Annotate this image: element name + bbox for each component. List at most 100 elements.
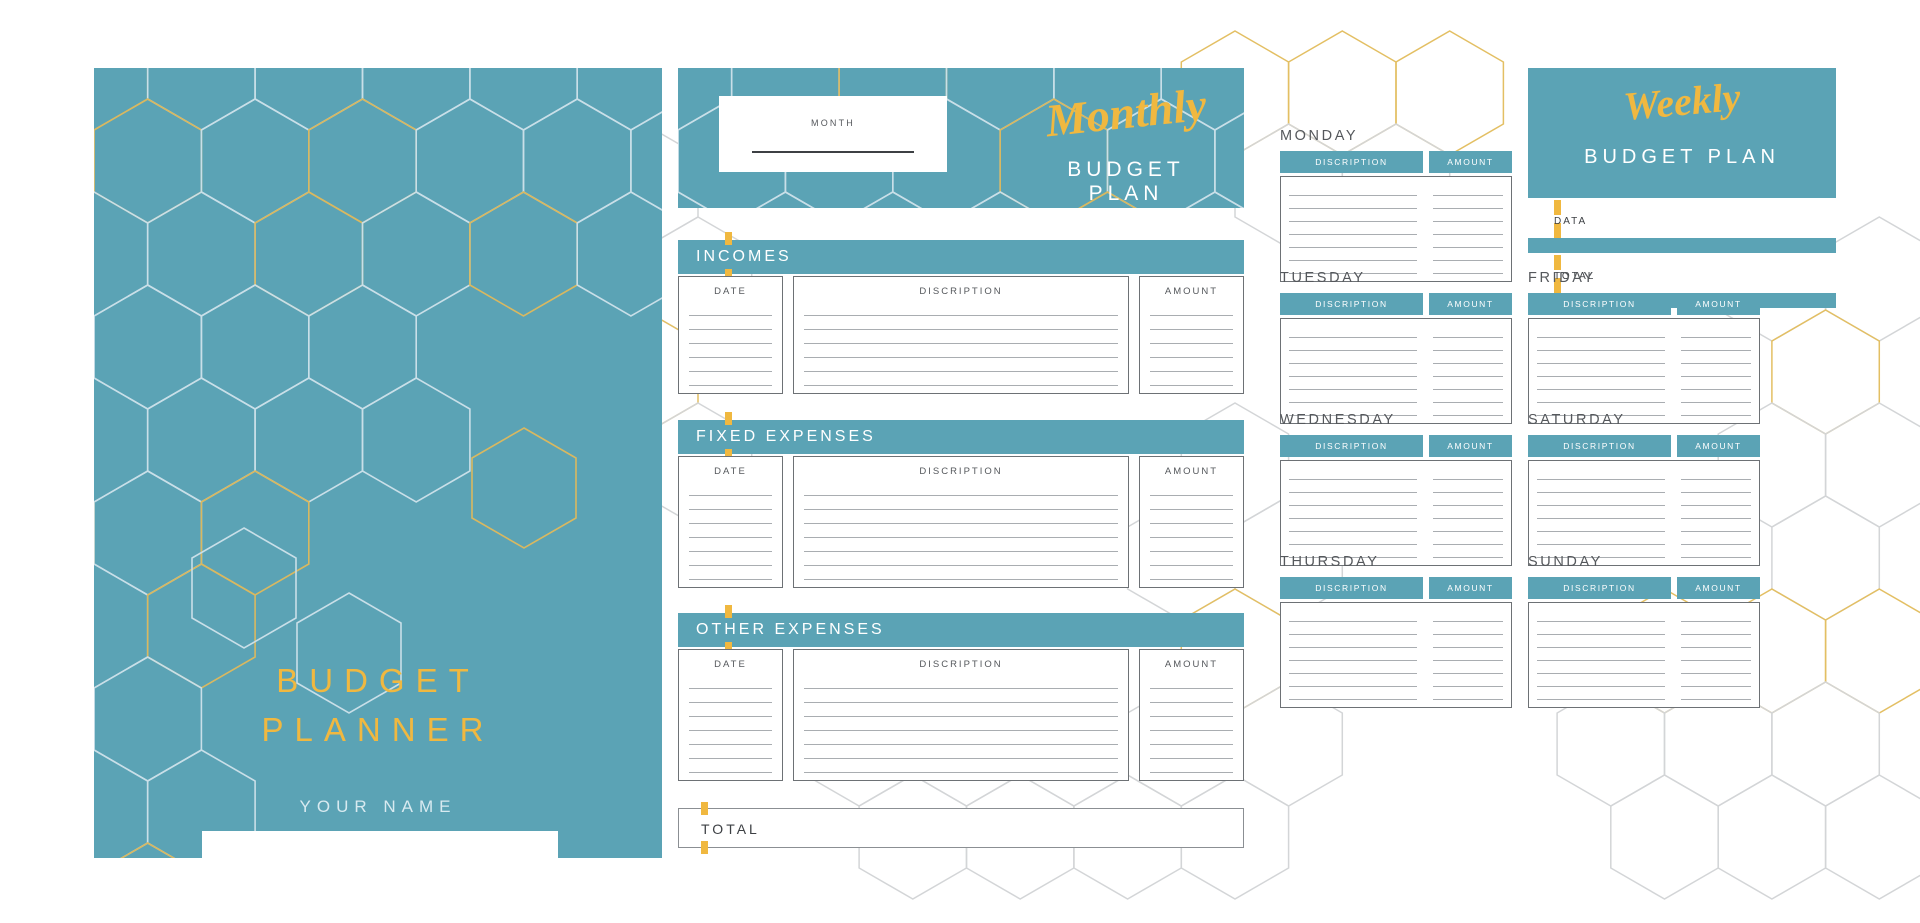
weekly-entry-row[interactable] [1529,674,1759,687]
weekly-entry-amount[interactable] [1425,351,1511,364]
weekly-entry-description[interactable] [1529,364,1673,377]
write-line[interactable] [1150,343,1233,344]
weekly-entry-row[interactable] [1529,390,1759,403]
weekly-entry-row[interactable] [1529,687,1759,700]
weekly-entry-description[interactable] [1281,661,1425,674]
weekly-entry-amount[interactable] [1673,364,1759,377]
weekly-entry-description[interactable] [1529,609,1673,622]
weekly-entry-description[interactable] [1529,622,1673,635]
weekly-entry-description[interactable] [1281,377,1425,390]
weekly-entry-description[interactable] [1281,506,1425,519]
write-line[interactable] [1150,551,1233,552]
weekly-entry-amount[interactable] [1425,235,1511,248]
monthly-field-amount[interactable]: AMOUNT [1139,276,1244,394]
write-line[interactable] [1150,716,1233,717]
write-line[interactable] [804,565,1118,566]
weekly-entry-description[interactable] [1281,480,1425,493]
weekly-entry-row[interactable] [1281,351,1511,364]
write-line[interactable] [804,688,1118,689]
weekly-entry-description[interactable] [1529,506,1673,519]
month-field-box[interactable]: MONTH [719,96,947,172]
weekly-entry-amount[interactable] [1425,209,1511,222]
weekly-entry-row[interactable] [1281,209,1511,222]
write-line[interactable] [689,551,772,552]
write-line[interactable] [804,495,1118,496]
write-line[interactable] [804,716,1118,717]
weekly-entry-description[interactable] [1281,687,1425,700]
weekly-entry-description[interactable] [1281,674,1425,687]
weekly-entry-amount[interactable] [1673,609,1759,622]
write-line[interactable] [1150,509,1233,510]
weekly-entry-amount[interactable] [1425,532,1511,545]
weekly-entry-description[interactable] [1529,674,1673,687]
weekly-entry-row[interactable] [1281,622,1511,635]
weekly-entry-description[interactable] [1281,609,1425,622]
weekly-entry-amount[interactable] [1425,338,1511,351]
monthly-field-discription[interactable]: DISCRIPTION [793,649,1129,781]
weekly-entry-description[interactable] [1281,325,1425,338]
weekly-entry-row[interactable] [1529,519,1759,532]
weekly-entry-row[interactable] [1281,390,1511,403]
weekly-entry-description[interactable] [1529,480,1673,493]
weekly-entry-amount[interactable] [1425,222,1511,235]
weekly-entry-amount[interactable] [1673,648,1759,661]
write-line[interactable] [804,579,1118,580]
write-line[interactable] [689,772,772,773]
weekly-entry-amount[interactable] [1673,687,1759,700]
weekly-entry-amount[interactable] [1425,248,1511,261]
weekly-entry-description[interactable] [1529,377,1673,390]
weekly-day-entry-area[interactable] [1528,602,1760,708]
weekly-entry-amount[interactable] [1673,351,1759,364]
write-line[interactable] [1150,702,1233,703]
weekly-entry-row[interactable] [1529,609,1759,622]
weekly-entry-amount[interactable] [1673,635,1759,648]
weekly-entry-description[interactable] [1529,532,1673,545]
weekly-entry-description[interactable] [1529,493,1673,506]
weekly-entry-amount[interactable] [1425,635,1511,648]
write-line[interactable] [804,551,1118,552]
write-line[interactable] [1150,688,1233,689]
weekly-entry-amount[interactable] [1673,532,1759,545]
weekly-entry-amount[interactable] [1673,622,1759,635]
write-line[interactable] [1150,537,1233,538]
weekly-entry-row[interactable] [1281,661,1511,674]
weekly-entry-amount[interactable] [1425,377,1511,390]
weekly-entry-row[interactable] [1529,635,1759,648]
weekly-entry-row[interactable] [1281,222,1511,235]
weekly-entry-row[interactable] [1529,467,1759,480]
write-line[interactable] [804,730,1118,731]
weekly-entry-amount[interactable] [1425,196,1511,209]
write-line[interactable] [689,716,772,717]
weekly-entry-row[interactable] [1529,661,1759,674]
write-line[interactable] [1150,357,1233,358]
weekly-entry-row[interactable] [1529,351,1759,364]
write-line[interactable] [804,744,1118,745]
weekly-entry-amount[interactable] [1673,338,1759,351]
write-line[interactable] [689,509,772,510]
write-line[interactable] [804,772,1118,773]
weekly-entry-row[interactable] [1281,480,1511,493]
weekly-entry-amount[interactable] [1673,390,1759,403]
weekly-entry-row[interactable] [1281,674,1511,687]
write-line[interactable] [689,537,772,538]
weekly-entry-amount[interactable] [1425,493,1511,506]
write-line[interactable] [804,509,1118,510]
write-line[interactable] [689,758,772,759]
write-line[interactable] [804,702,1118,703]
write-line[interactable] [1150,371,1233,372]
weekly-entry-description[interactable] [1529,390,1673,403]
weekly-entry-row[interactable] [1281,532,1511,545]
weekly-entry-amount[interactable] [1673,377,1759,390]
weekly-entry-description[interactable] [1281,493,1425,506]
weekly-entry-row[interactable] [1281,687,1511,700]
write-line[interactable] [804,758,1118,759]
weekly-entry-description[interactable] [1529,467,1673,480]
weekly-entry-row[interactable] [1281,493,1511,506]
write-line[interactable] [804,329,1118,330]
weekly-entry-row[interactable] [1281,377,1511,390]
weekly-entry-amount[interactable] [1425,622,1511,635]
weekly-entry-amount[interactable] [1425,390,1511,403]
weekly-entry-amount[interactable] [1425,467,1511,480]
monthly-field-amount[interactable]: AMOUNT [1139,649,1244,781]
weekly-entry-amount[interactable] [1673,480,1759,493]
